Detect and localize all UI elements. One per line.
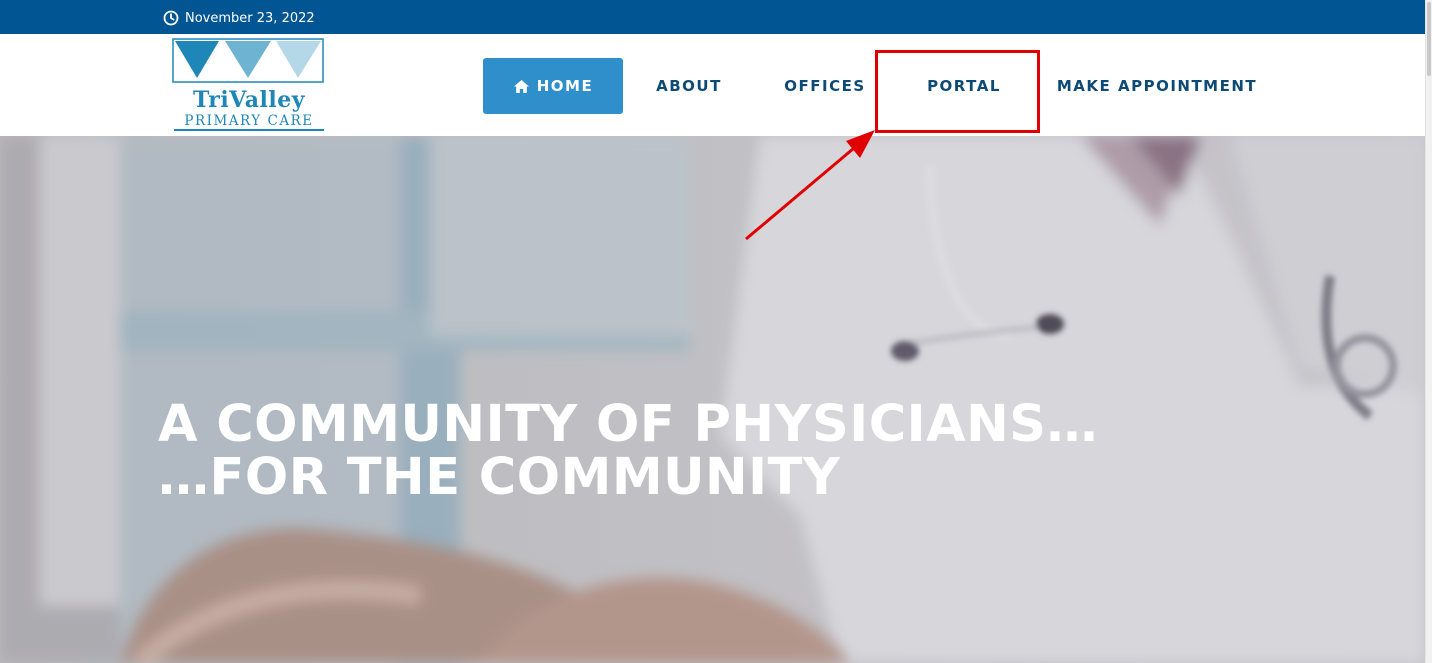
nav-offices[interactable]: OFFICES [770,58,880,114]
home-icon [513,79,530,94]
hero-headline: A COMMUNITY OF PHYSICIANS… …FOR THE COMM… [158,398,1258,504]
nav-make-appointment[interactable]: MAKE APPOINTMENT [1046,58,1268,114]
page-scrollbar[interactable] [1425,0,1432,663]
hero-headline-line1: A COMMUNITY OF PHYSICIANS… [158,395,1098,454]
portal-highlight-box [875,50,1040,133]
scrollbar-thumb[interactable] [1427,2,1431,76]
date-display: November 23, 2022 [163,10,315,26]
top-bar: November 23, 2022 [0,0,1425,34]
date-text: November 23, 2022 [185,10,315,26]
hero-banner: A COMMUNITY OF PHYSICIANS… …FOR THE COMM… [0,136,1425,663]
nav-home[interactable]: HOME [483,58,623,114]
nav-about[interactable]: ABOUT [640,58,738,114]
site-header: TriValley PRIMARY CARE HOME ABOUT OFFICE… [0,34,1425,136]
nav-home-label: HOME [536,77,594,95]
clock-icon [163,10,179,26]
page: November 23, 2022 TriValley PRIMARY CARE… [0,0,1425,663]
hero-headline-line2: …FOR THE COMMUNITY [158,448,841,507]
main-nav: HOME ABOUT OFFICES PORTAL MAKE APPOINTME… [0,34,1425,136]
